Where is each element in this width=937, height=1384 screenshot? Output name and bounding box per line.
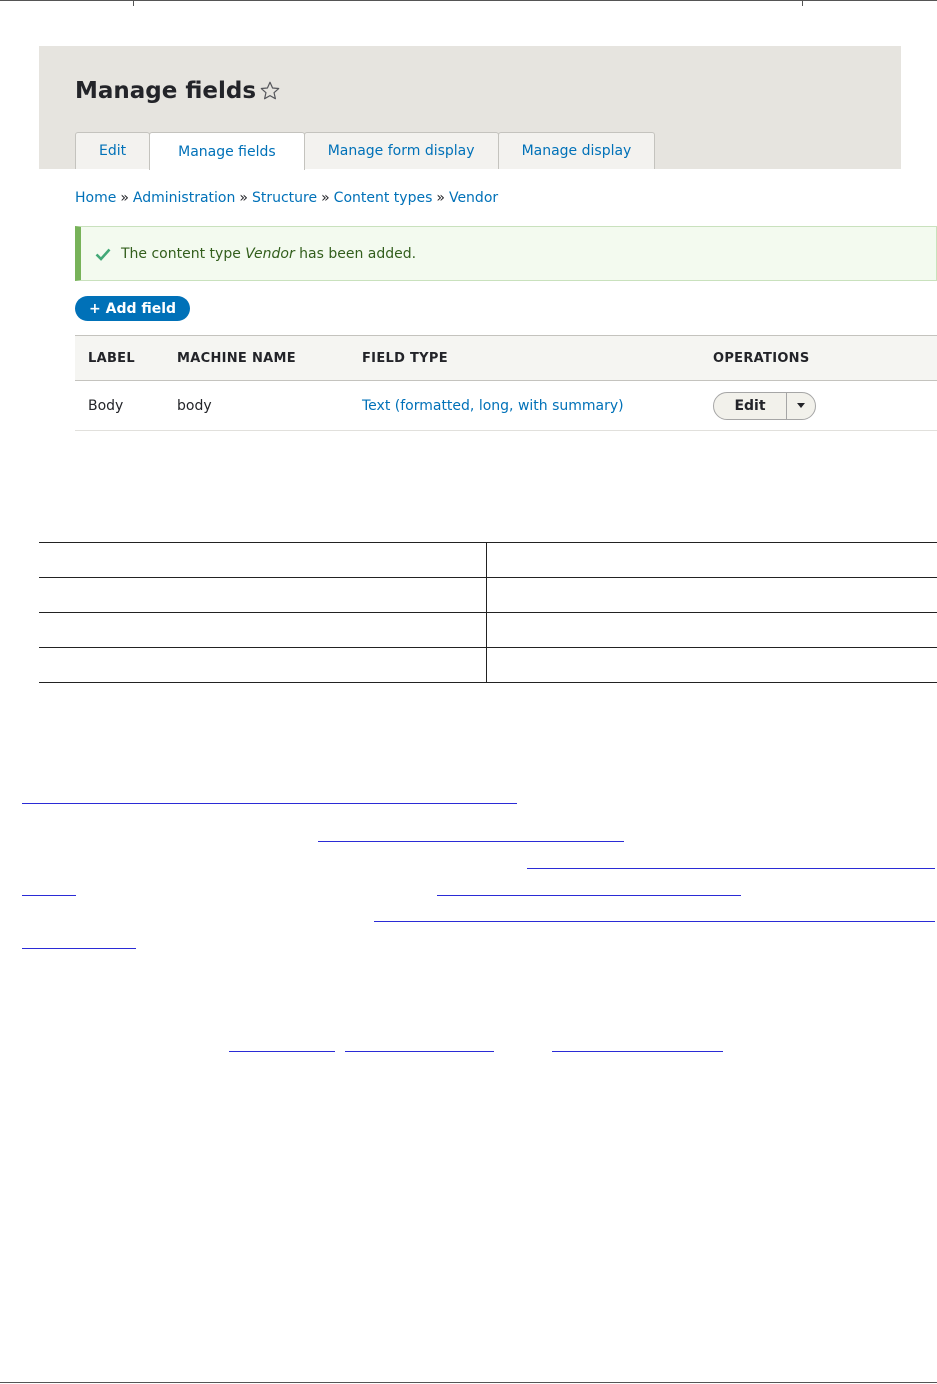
breadcrumb-separator: » bbox=[239, 190, 248, 206]
field-type-cell: Text (formatted, long, with summary) bbox=[349, 380, 700, 431]
page-header: Manage fields Edit Manage fields Manage … bbox=[39, 46, 901, 170]
table-cell bbox=[39, 612, 487, 648]
breadcrumb-administration[interactable]: Administration bbox=[133, 190, 235, 206]
breadcrumb-home[interactable]: Home bbox=[75, 190, 116, 206]
page-top-tick bbox=[802, 0, 803, 6]
field-type-link[interactable]: Text (formatted, long, with summary) bbox=[362, 398, 624, 414]
breadcrumb: Home» Administration» Structure» Content ty… bbox=[75, 190, 498, 206]
edit-button[interactable]: Edit bbox=[714, 393, 786, 419]
table-cell bbox=[39, 647, 487, 683]
table-row: Body body Text (formatted, long, with su… bbox=[75, 380, 937, 431]
link-underline[interactable] bbox=[527, 868, 935, 869]
table-header-row: LABEL MACHINE NAME FIELD TYPE OPERATIONS bbox=[75, 335, 937, 381]
status-message: The content type Vendor has been added. bbox=[75, 226, 937, 281]
status-text: The content type Vendor has been added. bbox=[121, 246, 416, 262]
page-bottom-rule bbox=[0, 1382, 937, 1383]
table-row bbox=[39, 542, 937, 578]
link-underline[interactable] bbox=[22, 895, 76, 896]
page-top-tick bbox=[133, 0, 134, 6]
status-prefix: The content type bbox=[121, 245, 246, 262]
empty-table bbox=[39, 542, 937, 683]
table-row bbox=[39, 577, 937, 613]
table-row bbox=[39, 612, 937, 648]
tab-manage-fields[interactable]: Manage fields bbox=[149, 132, 305, 170]
breadcrumb-separator: » bbox=[120, 190, 129, 206]
admin-screenshot: Manage fields Edit Manage fields Manage … bbox=[39, 46, 937, 436]
column-header-label: LABEL bbox=[75, 335, 164, 381]
table-cell bbox=[486, 612, 937, 648]
breadcrumb-structure[interactable]: Structure bbox=[252, 190, 317, 206]
field-label-cell: Body bbox=[75, 380, 164, 431]
tab-edit[interactable]: Edit bbox=[75, 132, 151, 169]
link-underline[interactable] bbox=[374, 921, 935, 922]
status-suffix: has been added. bbox=[294, 245, 417, 262]
page-title: Manage fields bbox=[75, 78, 257, 104]
column-header-field-type: FIELD TYPE bbox=[349, 335, 700, 381]
link-underline[interactable] bbox=[318, 841, 624, 842]
table-cell bbox=[39, 577, 487, 613]
column-header-operations: OPERATIONS bbox=[700, 335, 937, 381]
table-cell bbox=[486, 577, 937, 613]
check-icon bbox=[95, 248, 111, 261]
tab-manage-display[interactable]: Manage display bbox=[497, 132, 656, 169]
link-underline[interactable] bbox=[552, 1051, 723, 1052]
page-top-rule bbox=[0, 0, 937, 1]
tab-manage-form-display[interactable]: Manage form display bbox=[303, 132, 499, 169]
link-underline[interactable] bbox=[229, 1051, 335, 1052]
star-icon[interactable] bbox=[259, 80, 281, 102]
field-machine-name-cell: body bbox=[164, 380, 349, 431]
dropbutton-toggle[interactable] bbox=[786, 392, 815, 419]
tabs: Edit Manage fields Manage form display M… bbox=[75, 132, 656, 170]
link-underline[interactable] bbox=[22, 948, 136, 949]
operations-dropbutton: Edit bbox=[713, 391, 816, 420]
table-cell bbox=[486, 542, 937, 578]
table-row bbox=[39, 647, 937, 683]
table-cell bbox=[39, 542, 487, 578]
fields-table: LABEL MACHINE NAME FIELD TYPE OPERATIONS… bbox=[75, 335, 937, 431]
link-underline[interactable] bbox=[345, 1051, 494, 1052]
caret-down-icon bbox=[797, 403, 805, 408]
link-underline[interactable] bbox=[437, 895, 741, 896]
table-cell bbox=[486, 647, 937, 683]
add-field-button[interactable]: + Add field bbox=[75, 296, 191, 321]
status-content-type-name: Vendor bbox=[245, 245, 295, 262]
link-underline[interactable] bbox=[22, 803, 517, 804]
column-header-machine-name: MACHINE NAME bbox=[164, 335, 349, 381]
breadcrumb-separator: » bbox=[321, 190, 330, 206]
operations-cell: Edit bbox=[700, 380, 937, 431]
breadcrumb-vendor[interactable]: Vendor bbox=[449, 190, 498, 206]
breadcrumb-separator: » bbox=[436, 190, 445, 206]
breadcrumb-content-types[interactable]: Content types bbox=[334, 190, 433, 206]
